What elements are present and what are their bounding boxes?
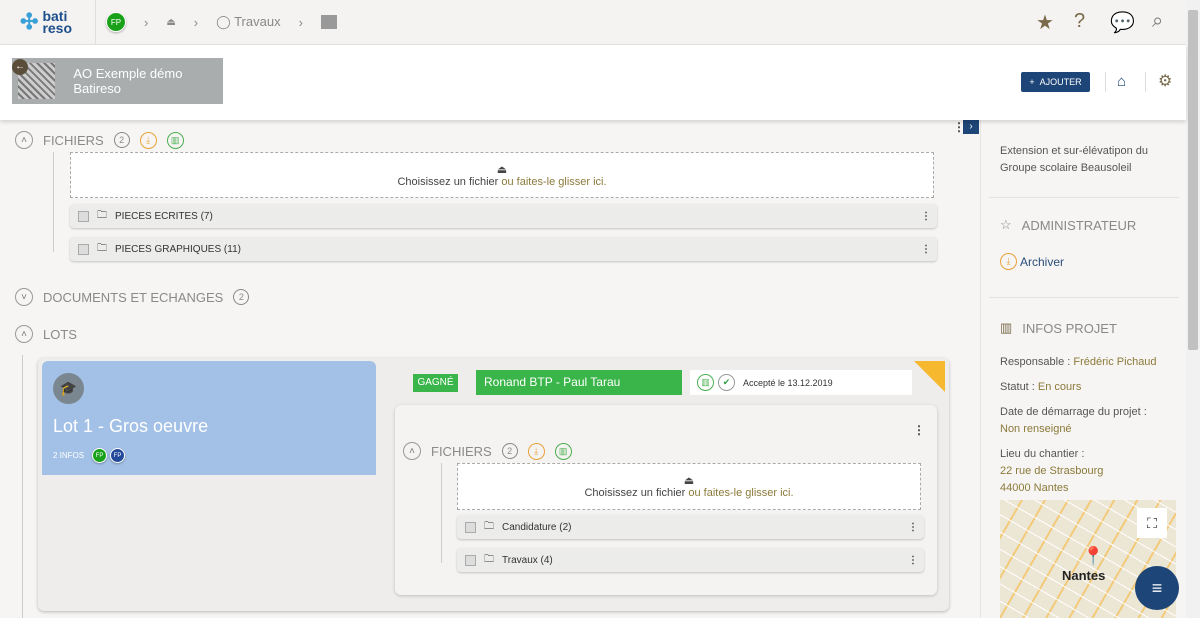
project-thumbnail-icon[interactable] — [320, 15, 337, 29]
folder-icon: 🗀 — [484, 553, 494, 565]
download-icon[interactable]: ⤓ — [527, 442, 545, 460]
collapse-icon[interactable]: ˄ — [15, 131, 33, 149]
more-options-icon[interactable]: ⋮ — [908, 522, 918, 533]
folder-icon: 🗀 — [97, 209, 107, 221]
divider — [1145, 72, 1146, 92]
archive-link[interactable]: ⤓ Archiver — [1000, 253, 1064, 270]
avatar[interactable]: FP — [106, 12, 126, 32]
project-header: AO Exemple démo Batireso ← + AJOUTER ⌂ ⚙ — [0, 45, 1186, 120]
more-options-icon[interactable]: ⋮ — [921, 211, 931, 222]
search-icon[interactable]: ⌕ — [1152, 10, 1163, 33]
lot-name: Lot 1 - Gros oeuvre — [53, 416, 209, 436]
infos-count: 2 INFOS — [53, 451, 85, 460]
project-title-card[interactable]: AO Exemple démo Batireso — [12, 58, 223, 104]
winning-company[interactable]: Ronand BTP - Paul Tarau — [476, 370, 682, 395]
expand-sidebar-button[interactable]: › — [963, 120, 979, 134]
project-sidebar: Extension et sur-élévatipon du Groupe sc… — [980, 120, 1186, 618]
admin-header: ☆ ADMINISTRATEUR — [1000, 217, 1137, 233]
download-icon: ⤓ — [1000, 253, 1017, 270]
project-description: Extension et sur-élévatipon du Groupe sc… — [1000, 145, 1148, 174]
more-options-icon[interactable]: ⋮ — [908, 555, 918, 566]
graduation-cap-icon: 🎓 — [53, 373, 84, 404]
collapse-icon[interactable]: ˄ — [15, 325, 33, 343]
documents-section-header[interactable]: ˅ DOCUMENTS ET ECHANGES 2 — [15, 288, 250, 306]
more-options-icon[interactable]: ⋮ — [921, 244, 931, 255]
top-bar: ✣ bati reso FP › ⏏ › ◯ Travaux › ★ ? 💬 ⌕ — [0, 0, 1186, 45]
company-logo-icon[interactable]: ⏏ — [166, 17, 175, 28]
breadcrumb: FP › ⏏ › ◯ Travaux › — [106, 12, 337, 32]
stats-icon[interactable]: ▥ — [166, 131, 184, 149]
folder-row[interactable]: 🗀 PIECES GRAPHIQUES (11) ⋮ — [70, 237, 937, 261]
menu-fab-button[interactable]: ≡ — [1135, 566, 1179, 610]
help-icon[interactable]: ? — [1074, 10, 1085, 33]
circle-icon: ◯ — [216, 14, 231, 29]
acceptance-info: ▥ ✔ Accepté le 13.12.2019 — [690, 370, 912, 395]
add-button[interactable]: + AJOUTER — [1021, 72, 1090, 92]
chevron-right-icon: › — [193, 14, 199, 30]
divider — [95, 0, 96, 45]
lots-section-header[interactable]: ˄ LOTS — [15, 325, 77, 343]
upload-icon: ⏏ — [496, 164, 508, 176]
download-icon[interactable]: ⤓ — [139, 131, 157, 149]
infos-header: ▥ INFOS PROJET — [1000, 320, 1117, 336]
avatar[interactable]: FP — [92, 448, 107, 463]
check-icon: ✔ — [718, 374, 735, 391]
tree-line — [53, 152, 54, 252]
avatar[interactable]: FP — [110, 448, 125, 463]
map-pin-icon: 📍 — [1082, 546, 1105, 566]
folder-row[interactable]: 🗀 Travaux (4) ⋮ — [457, 548, 924, 572]
bar-chart-icon: ▥ — [1000, 320, 1013, 335]
star-icon[interactable]: ★ — [1036, 10, 1054, 35]
project-title: AO Exemple démo Batireso — [73, 66, 183, 96]
home-icon[interactable]: ⌂ — [1117, 73, 1126, 90]
folder-row[interactable]: 🗀 PIECES ECRITES (7) ⋮ — [70, 204, 937, 228]
folder-icon: 🗀 — [484, 520, 494, 532]
folder-row[interactable]: 🗀 Candidature (2) ⋮ — [457, 515, 924, 539]
status-badge: GAGNÉ — [413, 374, 458, 392]
more-options-icon[interactable]: ⋮ — [913, 423, 925, 437]
checkbox[interactable] — [465, 554, 476, 566]
star-outline-icon: ☆ — [1000, 217, 1012, 232]
stats-icon[interactable]: ▥ — [697, 374, 714, 391]
stats-icon[interactable]: ▥ — [554, 442, 572, 460]
fichiers-section-header[interactable]: ˄ FICHIERS 2 ⤓ ▥ — [15, 131, 184, 149]
project-info: Responsable : Frédéric Pichaud Statut : … — [1000, 356, 1157, 494]
lot-fichiers-header[interactable]: ˄ FICHIERS 2 ⤓ ▥ — [403, 442, 572, 460]
scrollbar-thumb[interactable] — [1188, 10, 1198, 350]
upload-icon: ⏏ — [683, 475, 695, 487]
share-corner-icon[interactable] — [914, 361, 945, 392]
count-badge: 2 — [113, 132, 130, 148]
collapse-icon[interactable]: ˄ — [403, 442, 421, 460]
breadcrumb-travaux[interactable]: ◯ Travaux — [216, 14, 280, 30]
count-badge: 2 — [501, 443, 518, 459]
fullscreen-icon[interactable]: ⛶ — [1137, 508, 1167, 538]
tree-line — [441, 463, 442, 563]
chat-icon[interactable]: 💬 — [1110, 10, 1135, 35]
count-badge: 2 — [233, 289, 250, 305]
checkbox[interactable] — [78, 210, 89, 222]
tree-line — [22, 355, 23, 618]
gear-icon[interactable]: ⚙ — [1158, 71, 1172, 91]
batireso-logo[interactable]: ✣ bati reso — [20, 9, 72, 35]
scrollbar[interactable] — [1186, 0, 1200, 618]
file-drop-zone[interactable]: ⏏ Choisissez un fichier ou faites-le gli… — [70, 152, 934, 198]
checkbox[interactable] — [78, 243, 89, 255]
back-arrow-icon[interactable]: ← — [12, 59, 28, 75]
chevron-right-icon: › — [144, 14, 149, 30]
file-drop-zone[interactable]: ⏏ Choisissez un fichier ou faites-le gli… — [457, 463, 921, 510]
checkbox[interactable] — [465, 521, 476, 533]
lot-summary[interactable]: 🎓 Lot 1 - Gros oeuvre 2 INFOS FP FP — [42, 361, 376, 475]
chevron-right-icon: › — [298, 14, 303, 30]
more-options-icon[interactable]: ⋮ — [953, 120, 965, 134]
divider — [1105, 72, 1106, 92]
expand-icon[interactable]: ˅ — [15, 288, 33, 306]
folder-icon: 🗀 — [97, 242, 107, 254]
plus-icon: + — [1029, 77, 1035, 87]
